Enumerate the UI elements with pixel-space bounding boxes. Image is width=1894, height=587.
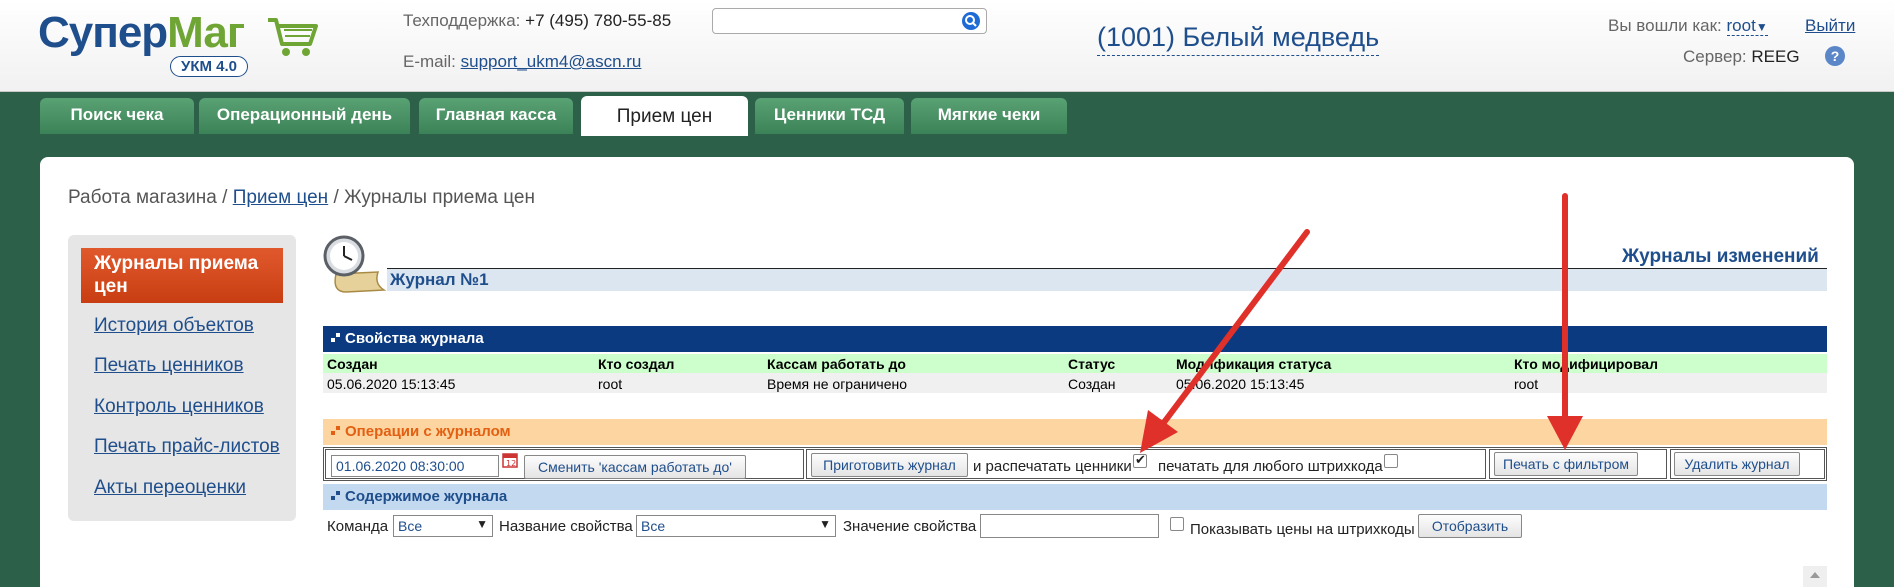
cart-icon: [268, 18, 318, 56]
chevron-down-icon: ▼: [819, 517, 831, 531]
support-label: Техподдержка:: [403, 11, 521, 30]
support-phone: +7 (495) 780-55-85: [525, 11, 672, 30]
login-line: Вы вошли как: root▼: [1608, 16, 1768, 36]
breadcrumb-root: Работа магазина: [68, 187, 217, 208]
show-button[interactable]: Отобразить: [1418, 514, 1522, 538]
command-select[interactable]: Все ▼: [393, 515, 493, 537]
tab-operational-day[interactable]: Операционный день: [199, 98, 410, 134]
server-name: REEG: [1751, 47, 1800, 66]
show-prices-label: Показывать цены на штрихкоды: [1190, 521, 1415, 538]
any-barcode-label: печатать для любого штрихкода: [1158, 458, 1383, 475]
user-menu[interactable]: root▼: [1726, 16, 1768, 36]
user-name: root: [1726, 16, 1756, 35]
clock-icon: [323, 235, 387, 293]
svg-text:12: 12: [506, 459, 516, 468]
col-cash-until: Кассам работать до: [767, 356, 906, 372]
cell-created-by: root: [598, 376, 623, 392]
logo-main: Супер: [38, 8, 168, 57]
sidebar-item-revaluation-acts[interactable]: Акты переоценки: [94, 477, 246, 499]
print-with-filter-button[interactable]: Печать с фильтром: [1494, 452, 1638, 476]
server-line: Сервер: REEG: [1683, 47, 1800, 67]
sidebar-item-print-tags[interactable]: Печать ценников: [94, 355, 244, 377]
expand-icon: [331, 426, 341, 436]
col-status: Статус: [1068, 356, 1116, 372]
chevron-down-icon: ▼: [476, 517, 488, 531]
cash-until-date-field[interactable]: 01.06.2020 08:30:00: [331, 455, 499, 477]
sidebar-item-price-journals[interactable]: Журналы приема цен: [81, 248, 283, 303]
logout-link[interactable]: Выйти: [1805, 16, 1855, 35]
sidebar-item-tag-control[interactable]: Контроль ценников: [94, 396, 264, 418]
show-prices-checkbox[interactable]: [1170, 517, 1184, 531]
tab-price-receiving[interactable]: Прием цен: [581, 96, 748, 136]
col-created-by: Кто создал: [598, 356, 675, 372]
logged-as-label: Вы вошли как:: [1608, 16, 1722, 35]
properties-section-header[interactable]: Свойства журнала: [323, 326, 1827, 352]
breadcrumb-link[interactable]: Прием цен: [233, 187, 328, 208]
prop-name-select[interactable]: Все ▼: [636, 515, 836, 537]
cell-cash-until: Время не ограничено: [767, 376, 908, 392]
change-cash-until-button[interactable]: Сменить 'кассам работать до': [524, 455, 746, 479]
command-label: Команда: [327, 518, 389, 535]
expand-icon: [331, 491, 341, 501]
any-barcode-checkbox[interactable]: [1384, 454, 1398, 468]
search-icon[interactable]: [962, 12, 980, 30]
support-email-link[interactable]: support_ukm4@ascn.ru: [461, 52, 642, 71]
expand-icon: [331, 333, 341, 343]
operations-section-header[interactable]: Операции с журналом: [323, 419, 1827, 445]
breadcrumb: Работа магазина / Прием цен / Журналы пр…: [68, 187, 535, 209]
email-label: E-mail:: [403, 52, 456, 71]
server-label: Сервер:: [1683, 47, 1747, 66]
operations-title: Операции с журналом: [345, 423, 511, 440]
support-phone-line: Техподдержка: +7 (495) 780-55-85: [403, 11, 671, 31]
journal-title: Журнал №1: [390, 270, 489, 289]
cell-status: Создан: [1068, 376, 1116, 392]
contents-section-header[interactable]: Содержимое журнала: [323, 484, 1827, 510]
cell-status-modified: 05.06.2020 15:13:45: [1176, 376, 1305, 392]
cell-modified-by: root: [1514, 376, 1539, 392]
cell-created: 05.06.2020 15:13:45: [327, 376, 456, 392]
calendar-icon[interactable]: 12: [502, 452, 518, 468]
breadcrumb-separator: /: [333, 187, 339, 208]
tab-main-cash[interactable]: Главная касса: [419, 98, 573, 134]
prop-name-value: Все: [641, 518, 666, 534]
properties-title: Свойства журнала: [345, 330, 484, 347]
tab-tsd-tags[interactable]: Ценники ТСД: [755, 98, 904, 134]
logout-link-wrap: Выйти: [1805, 16, 1855, 36]
prop-name-label: Название свойства: [499, 518, 633, 535]
tab-receipt-search[interactable]: Поиск чека: [40, 98, 194, 134]
tab-soft-receipts[interactable]: Мягкие чеки: [911, 98, 1067, 134]
journal-title-bar: [387, 268, 1827, 291]
sidebar-item-price-lists[interactable]: Печать прайс-листов: [94, 436, 280, 458]
col-modified-by: Кто модифицировал: [1514, 356, 1658, 372]
chevron-down-icon: ▼: [1755, 20, 1768, 34]
logo-accent: Маг: [167, 8, 245, 57]
breadcrumb-current: Журналы приема цен: [344, 187, 535, 208]
print-tags-label: и распечатать ценники: [973, 458, 1132, 475]
prop-value-label: Значение свойства: [843, 518, 977, 535]
command-value: Все: [398, 518, 423, 534]
logo[interactable]: СуперМаг УКМ 4.0: [38, 8, 318, 84]
header: СуперМаг УКМ 4.0 Техподдержка: +7 (495) …: [0, 0, 1894, 92]
contents-title: Содержимое журнала: [345, 488, 508, 505]
prepare-journal-button[interactable]: Приготовить журнал: [811, 453, 968, 477]
search-input[interactable]: [712, 8, 987, 34]
col-status-modified: Модификация статуса: [1176, 356, 1332, 372]
scroll-up-button[interactable]: [1803, 566, 1827, 587]
sidebar-item-object-history[interactable]: История объектов: [94, 315, 254, 337]
support-email-line: E-mail: support_ukm4@ascn.ru: [403, 52, 641, 72]
logo-badge: УКМ 4.0: [170, 56, 249, 77]
help-icon[interactable]: ?: [1825, 46, 1845, 66]
prop-value-input[interactable]: [980, 514, 1159, 538]
delete-journal-button[interactable]: Удалить журнал: [1674, 452, 1800, 476]
store-selector[interactable]: (1001) Белый медведь: [1097, 22, 1380, 56]
col-created: Создан: [327, 356, 378, 372]
breadcrumb-separator: /: [222, 187, 228, 208]
changes-journal-heading[interactable]: Журналы изменений: [1622, 246, 1819, 268]
logo-text: СуперМаг: [38, 8, 245, 58]
print-tags-checkbox[interactable]: [1133, 452, 1147, 468]
